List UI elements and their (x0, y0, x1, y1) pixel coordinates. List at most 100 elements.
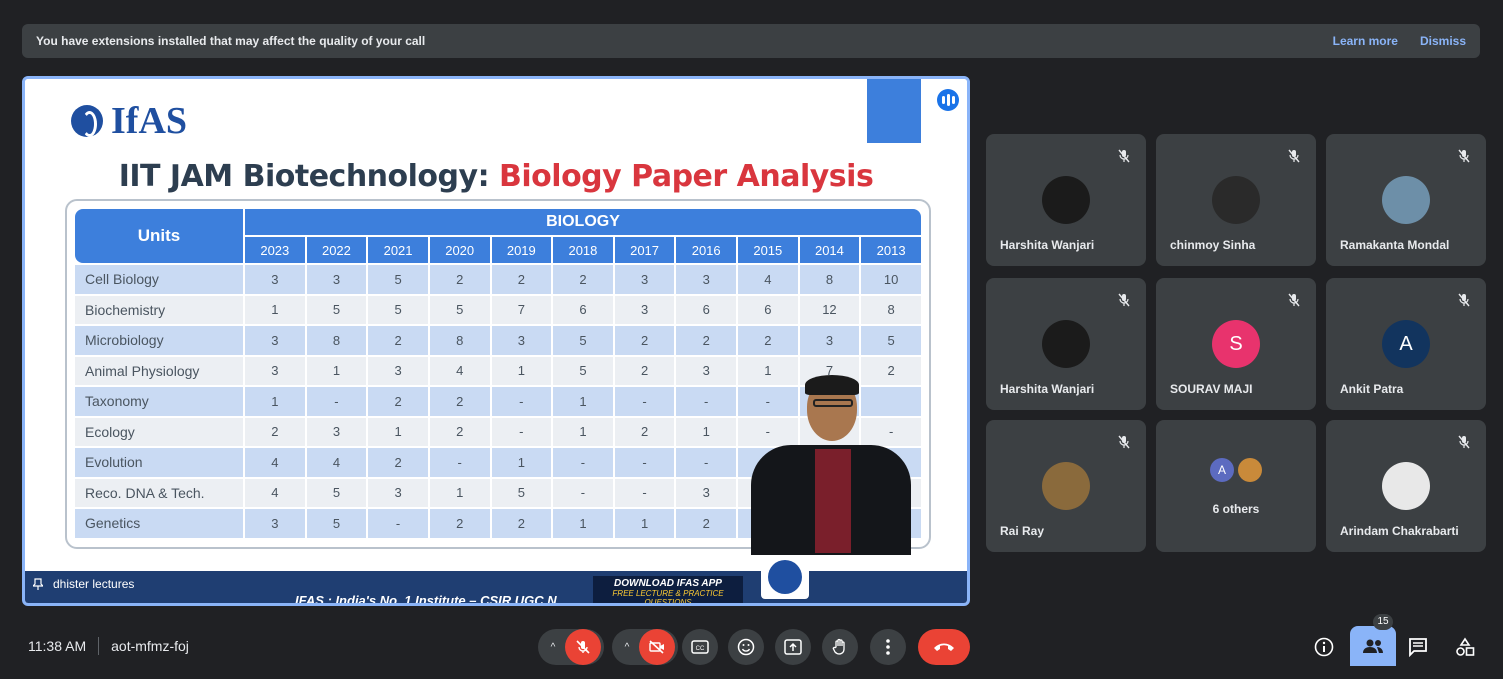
extensions-banner: You have extensions installed that may a… (22, 24, 1480, 58)
value-cell: 3 (368, 478, 428, 507)
participant-tile[interactable]: A Ankit Patra (1326, 278, 1486, 410)
participant-tile[interactable]: Arindam Chakrabarti (1326, 420, 1486, 552)
value-cell: 2 (676, 509, 736, 538)
camera-options-chevron-icon[interactable]: ^ (615, 642, 639, 653)
chat-button[interactable] (1400, 629, 1436, 665)
table-row: Biochemistry 1 5 5 5 7 6 3 6 6 12 8 (75, 295, 921, 324)
value-cell: 1 (491, 356, 552, 385)
value-cell: 1 (553, 417, 613, 446)
value-cell: 3 (245, 509, 305, 538)
value-cell: 2 (676, 326, 736, 355)
avatar (1382, 176, 1430, 224)
year-header: 2014 (799, 237, 860, 263)
people-button[interactable] (1350, 626, 1396, 666)
unit-name-cell: Cell Biology (75, 265, 243, 294)
value-cell: 3 (614, 295, 675, 324)
participant-tile[interactable]: chinmoy Sinha (1156, 134, 1316, 266)
avatar (1042, 320, 1090, 368)
meeting-code[interactable]: aot-mfmz-foj (111, 638, 189, 654)
year-header: 2023 (245, 237, 305, 263)
participant-tile[interactable]: Harshita Wanjari (986, 134, 1146, 266)
value-cell: - (614, 448, 675, 477)
ifas-logo: IfAS (71, 99, 187, 143)
participant-name: Ramakanta Mondal (1340, 238, 1450, 252)
participant-name: chinmoy Sinha (1170, 238, 1256, 252)
value-cell: 3 (676, 265, 736, 294)
value-cell: 6 (553, 295, 613, 324)
microphone-control[interactable]: ^ (538, 629, 604, 665)
avatar: A (1382, 320, 1430, 368)
mic-options-chevron-icon[interactable]: ^ (541, 642, 565, 653)
activities-button[interactable] (1447, 629, 1483, 665)
participant-name: Harshita Wanjari (1000, 382, 1095, 396)
value-cell: 2 (491, 509, 552, 538)
camera-control[interactable]: ^ (612, 629, 678, 665)
year-header: 2015 (738, 237, 798, 263)
mic-off-icon[interactable] (565, 629, 601, 665)
captions-button[interactable]: CC (682, 629, 718, 665)
meeting-details-button[interactable] (1306, 629, 1342, 665)
dismiss-button[interactable]: Dismiss (1420, 34, 1466, 48)
banner-message: You have extensions installed that may a… (36, 34, 426, 48)
participant-name: SOURAV MAJI (1170, 382, 1253, 396)
value-cell: 4 (738, 265, 798, 294)
hand-icon (832, 638, 845, 655)
value-cell: 3 (799, 326, 860, 355)
avatar: A (1210, 458, 1234, 482)
ifas-logo-icon (71, 105, 103, 137)
svg-text:CC: CC (696, 646, 705, 652)
participant-tile[interactable]: S SOURAV MAJI (1156, 278, 1316, 410)
reactions-button[interactable] (728, 629, 764, 665)
more-options-button[interactable] (870, 629, 906, 665)
value-cell: 2 (245, 417, 305, 446)
value-cell: 3 (614, 265, 675, 294)
value-cell: 2 (368, 326, 428, 355)
present-screen-icon (784, 639, 802, 655)
year-header: 2021 (368, 237, 428, 263)
value-cell: 2 (553, 265, 613, 294)
value-cell: 5 (368, 295, 428, 324)
unit-name-cell: Ecology (75, 417, 243, 446)
slide-title: IIT JAM Biotechnology: Biology Paper Ana… (25, 159, 967, 194)
participant-tile[interactable]: A 6 others (1156, 420, 1316, 552)
camera-off-icon[interactable] (639, 629, 675, 665)
value-cell: - (368, 509, 428, 538)
slide-title-part1: IIT JAM Biotechnology: (118, 159, 490, 194)
presentation-tile[interactable]: IfAS IIT JAM Biotechnology: Biology Pape… (22, 76, 970, 606)
value-cell: 3 (368, 356, 428, 385)
value-cell: - (553, 448, 613, 477)
participant-name: Rai Ray (1000, 524, 1045, 538)
value-cell: 2 (429, 509, 490, 538)
value-cell: 1 (245, 387, 305, 416)
participant-tile[interactable]: Rai Ray (986, 420, 1146, 552)
unit-name-cell: Animal Physiology (75, 356, 243, 385)
value-cell: - (491, 387, 552, 416)
hang-up-icon (934, 643, 954, 651)
value-cell: 1 (429, 478, 490, 507)
leave-call-button[interactable] (918, 629, 970, 665)
slide-ticker: IFAS : India's No. 1 Institute – CSIR UG… (295, 593, 557, 606)
value-cell: 8 (861, 295, 921, 324)
present-button[interactable] (775, 629, 811, 665)
avatar (1042, 176, 1090, 224)
participant-tile[interactable]: Ramakanta Mondal (1326, 134, 1486, 266)
value-cell: 2 (614, 417, 675, 446)
participant-name: Ankit Patra (1340, 382, 1404, 396)
value-cell: 2 (368, 387, 428, 416)
mic-off-icon (1284, 290, 1304, 310)
value-cell: 1 (306, 356, 367, 385)
value-cell: 3 (306, 417, 367, 446)
participant-tile[interactable]: Harshita Wanjari (986, 278, 1146, 410)
learn-more-link[interactable]: Learn more (1333, 34, 1398, 48)
raise-hand-button[interactable] (822, 629, 858, 665)
presenter-name-tag: dhister lectures (33, 577, 134, 591)
mic-off-icon (1454, 146, 1474, 166)
value-cell: 5 (368, 265, 428, 294)
avatar (1382, 462, 1430, 510)
value-cell: 3 (245, 326, 305, 355)
value-cell: 2 (368, 448, 428, 477)
value-cell: 5 (306, 295, 367, 324)
year-header: 2016 (676, 237, 736, 263)
value-cell: 2 (429, 387, 490, 416)
activities-icon (1456, 637, 1475, 656)
